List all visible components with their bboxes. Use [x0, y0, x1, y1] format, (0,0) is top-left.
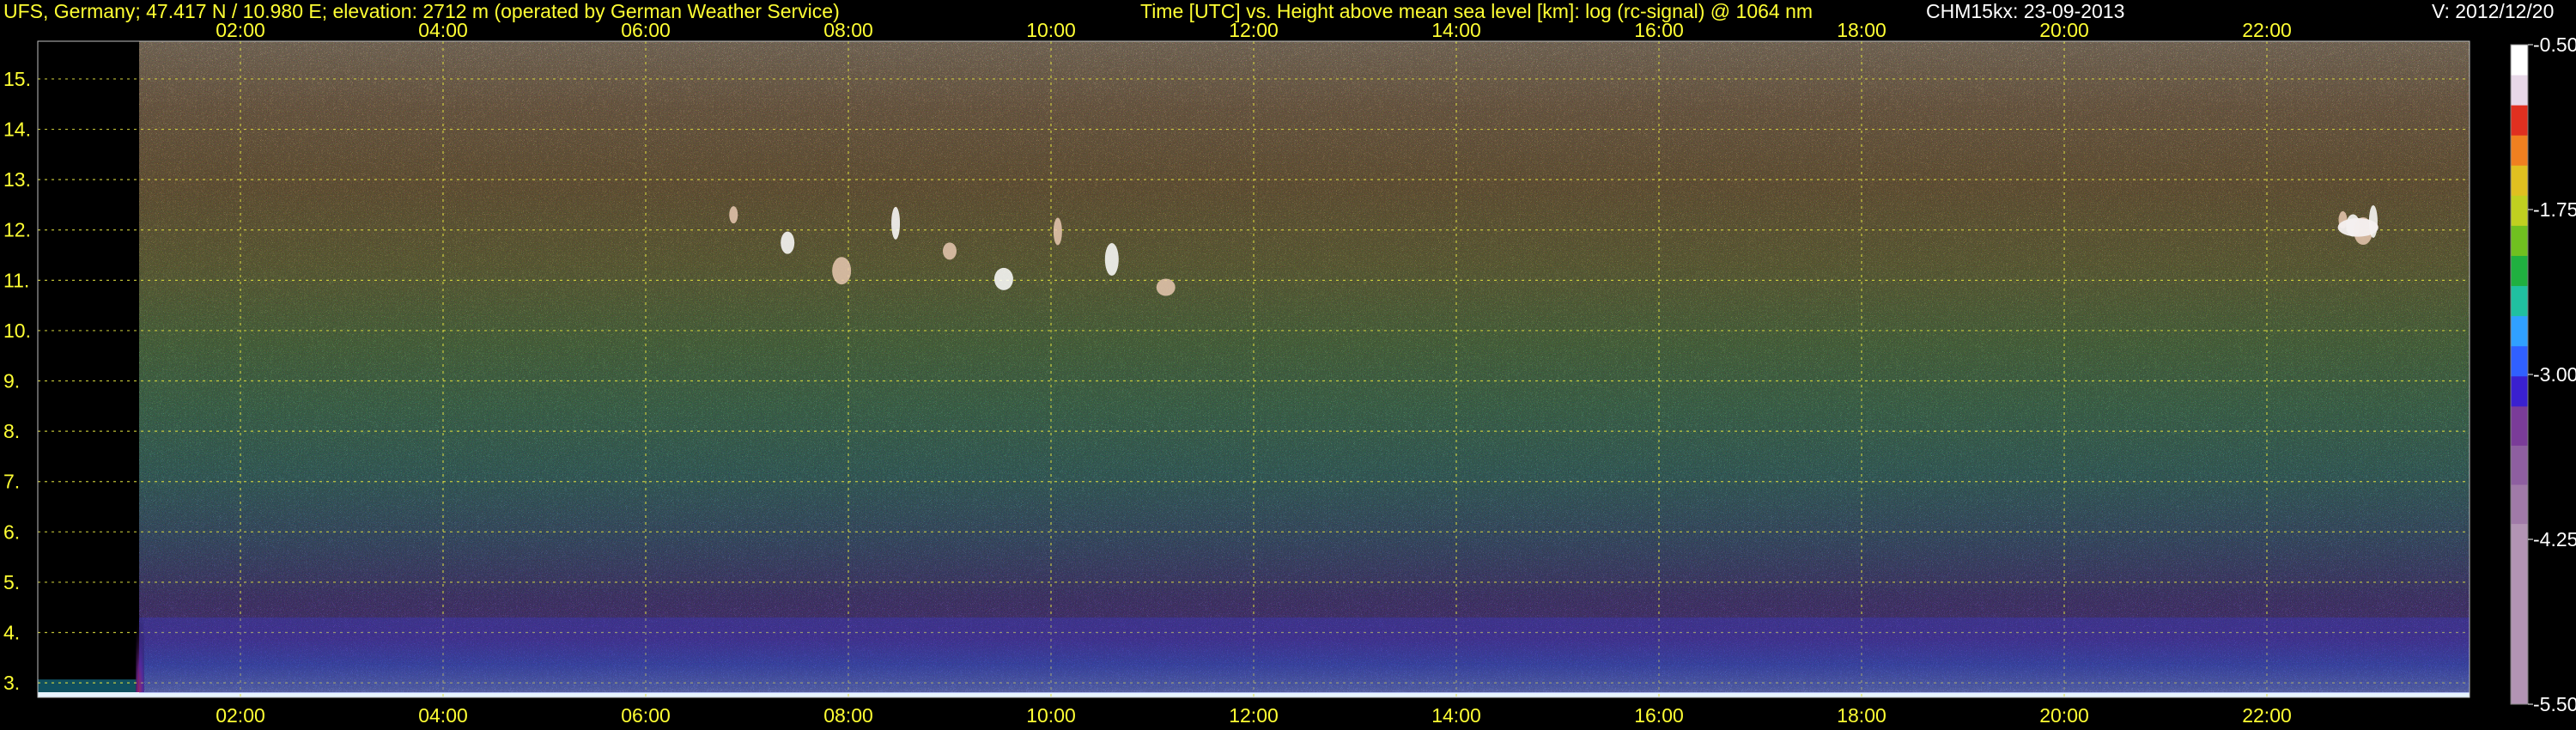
y-tick-label: 15. [3, 68, 31, 90]
y-tick-label: 13. [3, 168, 31, 191]
y-tick-label: 10. [3, 319, 31, 342]
colorbar-swatch [2511, 255, 2528, 287]
y-tick-label: 12. [3, 219, 31, 241]
x-tick-label-bottom: 22:00 [2242, 704, 2292, 727]
x-tick-label-bottom: 08:00 [823, 704, 873, 727]
y-tick-label: 4. [3, 622, 20, 644]
x-tick-label-top: 20:00 [2039, 19, 2089, 41]
cloud-patch [1104, 243, 1119, 277]
x-tick-label-bottom: 04:00 [418, 704, 468, 727]
cloud-patch [993, 267, 1013, 290]
colorbar-tick-label: -4.25 [2533, 528, 2576, 551]
x-tick-label-top: 04:00 [418, 19, 468, 41]
x-tick-label-bottom: 14:00 [1431, 704, 1481, 727]
y-tick-label: 8. [3, 420, 20, 442]
colorbar-swatch [2511, 315, 2528, 347]
colorbar-swatch [2511, 405, 2528, 446]
colorbar-swatch [2511, 105, 2528, 136]
colorbar-swatch [2511, 225, 2528, 256]
x-tick-label-bottom: 18:00 [1837, 704, 1886, 727]
colorbar-swatch [2511, 375, 2528, 407]
y-tick-label: 7. [3, 471, 20, 493]
colorbar-swatch [2511, 75, 2528, 106]
y-tick-label: 3. [3, 672, 20, 694]
x-tick-label-bottom: 10:00 [1026, 704, 1076, 727]
ceilometer-plot: UFS, Germany; 47.417 N / 10.980 E; eleva… [0, 0, 2576, 730]
boundary-layer [139, 617, 2470, 693]
colorbar-swatch [2511, 345, 2528, 377]
cloud-patch [729, 206, 738, 224]
colorbar-swatch [2511, 285, 2528, 317]
x-tick-label-bottom: 20:00 [2039, 704, 2089, 727]
x-tick-label-top: 08:00 [823, 19, 873, 41]
signal-speckle [139, 41, 2470, 697]
x-tick-label-top: 02:00 [216, 19, 265, 41]
x-tick-label-top: 18:00 [1837, 19, 1886, 41]
cloud-patch [781, 231, 795, 254]
x-tick-label-top: 16:00 [1634, 19, 1684, 41]
colorbar-tick-label: -0.50 [2533, 33, 2576, 56]
colorbar-swatch [2511, 445, 2528, 485]
y-tick-label: 14. [3, 119, 31, 141]
x-tick-label-bottom: 06:00 [621, 704, 671, 727]
x-tick-label-bottom: 02:00 [216, 704, 265, 727]
x-tick-label-top: 10:00 [1026, 19, 1076, 41]
cloud-patch [891, 206, 901, 240]
colorbar-swatch [2511, 195, 2528, 226]
x-tick-label-bottom: 16:00 [1634, 704, 1684, 727]
x-tick-label-top: 06:00 [621, 19, 671, 41]
x-tick-label-top: 22:00 [2242, 19, 2292, 41]
colorbar-tick-label: -3.00 [2533, 363, 2576, 386]
cloud-patch [1156, 278, 1176, 296]
x-tick-label-top: 12:00 [1229, 19, 1279, 41]
colorbar-swatch [2511, 165, 2528, 196]
y-tick-label: 6. [3, 520, 20, 543]
y-tick-label: 11. [3, 269, 29, 291]
colorbar-tick-label: -1.75 [2533, 198, 2576, 221]
cloud-patch [943, 242, 957, 260]
colorbar-swatch [2511, 135, 2528, 166]
y-tick-label: 5. [3, 571, 20, 593]
chart-canvas: 02:00 02:00 04:00 04:00 06:00 06:00 08:00 08:00… [3, 19, 2576, 727]
colorbar-swatch [2511, 45, 2528, 76]
x-tick-label-bottom: 12:00 [1229, 704, 1279, 727]
cloud-patch [1053, 217, 1062, 246]
colorbar: -0.50 -1.75 -3.00 -4.25 -5.50 [2510, 33, 2576, 715]
x-tick-label-top: 14:00 [1431, 19, 1481, 41]
colorbar-swatch [2511, 484, 2528, 525]
colorbar-tick-label: -5.50 [2533, 693, 2576, 715]
cloud-patch [832, 257, 852, 285]
colorbar-swatch [2511, 523, 2528, 705]
y-tick-label: 9. [3, 370, 20, 392]
cloud-patch [2337, 218, 2379, 237]
